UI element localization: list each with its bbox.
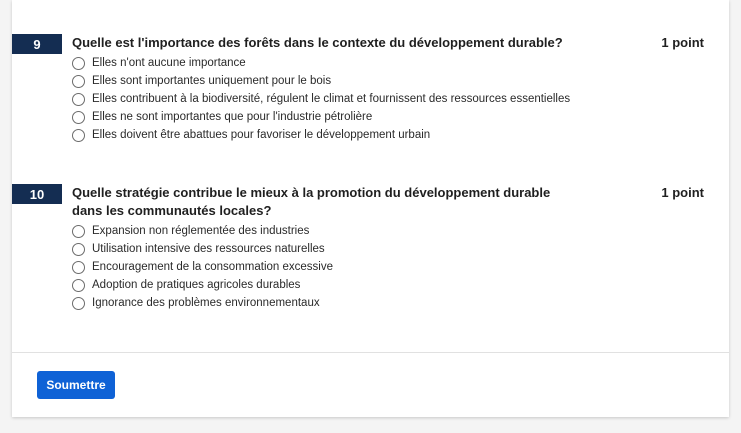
answer-option-label: Elles ne sont importantes que pour l'ind…	[92, 111, 373, 123]
answer-options: Elles n'ont aucune importance Elles sont…	[72, 54, 570, 144]
answer-option[interactable]: Elles sont importantes uniquement pour l…	[72, 72, 570, 90]
radio-button[interactable]	[72, 74, 85, 88]
submit-button[interactable]: Soumettre	[37, 371, 115, 399]
radio-button[interactable]	[72, 56, 85, 70]
answer-option[interactable]: Expansion non réglementée des industries	[72, 222, 333, 240]
answer-option-label: Elles n'ont aucune importance	[92, 57, 246, 69]
answer-option-label: Ignorance des problèmes environnementaux	[92, 297, 320, 309]
answer-option-label: Expansion non réglementée des industries	[92, 225, 310, 237]
answer-option[interactable]: Adoption de pratiques agricoles durables	[72, 276, 333, 294]
answer-option[interactable]: Elles n'ont aucune importance	[72, 54, 570, 72]
question-points: 1 point	[661, 35, 704, 50]
radio-button[interactable]	[72, 260, 85, 274]
question-text: Quelle est l'importance des forêts dans …	[72, 35, 563, 50]
radio-button[interactable]	[72, 92, 85, 106]
answer-option-label: Encouragement de la consommation excessi…	[92, 261, 333, 273]
answer-option[interactable]: Elles contribuent à la biodiversité, rég…	[72, 90, 570, 108]
answer-options: Expansion non réglementée des industries…	[72, 222, 333, 312]
answer-option-label: Elles contribuent à la biodiversité, rég…	[92, 93, 571, 105]
radio-button[interactable]	[72, 242, 85, 256]
footer-divider	[12, 352, 729, 353]
radio-button[interactable]	[72, 128, 85, 142]
radio-button[interactable]	[72, 278, 85, 292]
question-number-badge: 9	[12, 34, 62, 54]
radio-button[interactable]	[72, 296, 85, 310]
question-text: Quelle stratégie contribue le mieux à la…	[72, 185, 551, 218]
answer-option-label: Elles doivent être abattues pour favoris…	[92, 129, 431, 141]
quiz-card: 9 Quelle est l'importance des forêts dan…	[12, 0, 729, 417]
answer-option[interactable]: Elles ne sont importantes que pour l'ind…	[72, 108, 570, 126]
answer-option-label: Adoption de pratiques agricoles durables	[92, 279, 301, 291]
question-number-badge: 10	[12, 184, 62, 204]
answer-option-label: Elles sont importantes uniquement pour l…	[92, 75, 332, 87]
answer-option-label: Utilisation intensive des ressources nat…	[92, 243, 325, 255]
question-points: 1 point	[661, 185, 704, 200]
answer-option[interactable]: Ignorance des problèmes environnementaux	[72, 294, 333, 312]
answer-option[interactable]: Utilisation intensive des ressources nat…	[72, 240, 333, 258]
radio-button[interactable]	[72, 224, 85, 238]
answer-option[interactable]: Elles doivent être abattues pour favoris…	[72, 126, 570, 144]
answer-option[interactable]: Encouragement de la consommation excessi…	[72, 258, 333, 276]
radio-button[interactable]	[72, 110, 85, 124]
